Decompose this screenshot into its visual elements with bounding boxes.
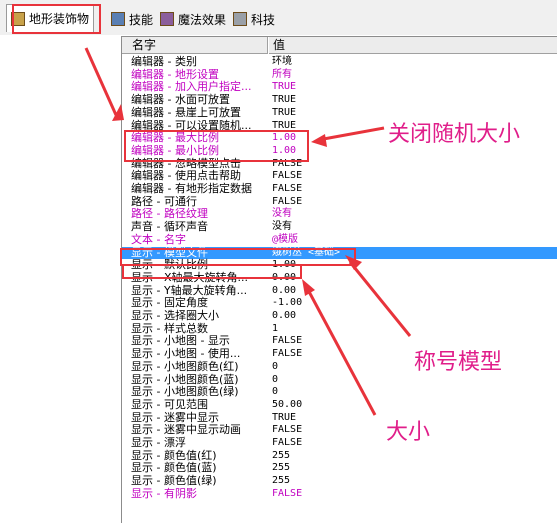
annotation-arrows — [84, 47, 412, 416]
annotation-model-title: 称号模型 — [414, 350, 503, 375]
annotation-close-random-size: 关闭随机大小 — [388, 122, 521, 147]
annotation-size: 大小 — [386, 420, 431, 445]
